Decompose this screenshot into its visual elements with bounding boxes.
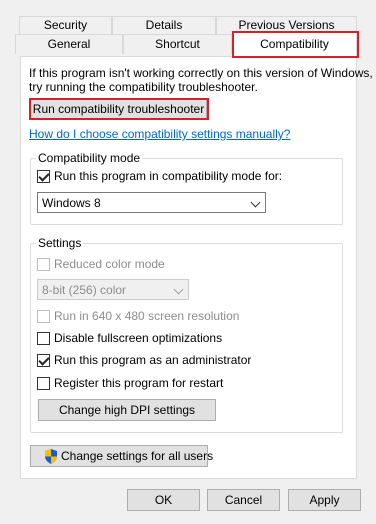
run-admin-checkbox[interactable] [37, 354, 50, 367]
shield-icon [44, 449, 58, 464]
os-select-value: Windows 8 [42, 196, 101, 210]
ok-label: OK [154, 493, 173, 507]
manual-settings-link[interactable]: How do I choose compatibility settings m… [29, 127, 290, 141]
change-dpi-button[interactable]: Change high DPI settings [38, 399, 216, 421]
change-dpi-label: Change high DPI settings [58, 403, 196, 417]
tab-general[interactable]: General [15, 34, 123, 54]
ok-button[interactable]: OK [127, 489, 200, 511]
register-restart-checkbox[interactable] [37, 377, 50, 390]
tab-details-label: Details [145, 18, 183, 32]
apply-button[interactable]: Apply [288, 489, 361, 511]
disable-fullscreen-label: Disable fullscreen optimizations [54, 331, 223, 345]
run-admin-label: Run this program as an administrator [54, 353, 252, 367]
cancel-label: Cancel [224, 493, 263, 507]
res640-checkbox[interactable] [37, 310, 50, 323]
troubleshooter-highlight [29, 98, 209, 120]
reduced-color-checkbox[interactable] [37, 258, 50, 271]
change-all-users-label: Change settings for all users [61, 449, 214, 463]
intro-line-2: try running the compatibility troublesho… [29, 80, 258, 94]
res640-label: Run in 640 x 480 screen resolution [54, 309, 240, 323]
tab-details[interactable]: Details [112, 16, 216, 34]
register-restart-label: Register this program for restart [54, 376, 224, 390]
compatibility-mode-title: Compatibility mode [36, 151, 143, 165]
color-depth-select[interactable]: 8-bit (256) color [37, 279, 189, 300]
cancel-button[interactable]: Cancel [207, 489, 280, 511]
compat-mode-label: Run this program in compatibility mode f… [54, 169, 283, 183]
tab-previous-versions-label: Previous Versions [238, 18, 335, 32]
checkmark-icon [38, 170, 50, 182]
settings-title: Settings [36, 236, 84, 250]
reduced-color-label: Reduced color mode [54, 257, 165, 271]
compat-mode-checkbox[interactable] [37, 170, 50, 183]
checkmark-icon [38, 354, 50, 366]
compatibility-tab-highlight [232, 31, 359, 58]
chevron-down-icon [250, 197, 261, 208]
change-all-users-button[interactable]: Change settings for all users [30, 445, 213, 467]
tab-shortcut-label: Shortcut [155, 37, 200, 51]
intro-line-1: If this program isn't working correctly … [29, 66, 373, 80]
color-depth-value: 8-bit (256) color [42, 283, 127, 297]
tab-shortcut[interactable]: Shortcut [123, 34, 232, 54]
tab-security-label: Security [43, 18, 88, 32]
os-select[interactable]: Windows 8 [37, 192, 266, 213]
disable-fullscreen-checkbox[interactable] [37, 332, 50, 345]
tab-security[interactable]: Security [19, 16, 112, 34]
apply-label: Apply [309, 493, 340, 507]
tab-general-label: General [47, 37, 91, 51]
chevron-down-icon [173, 284, 184, 295]
